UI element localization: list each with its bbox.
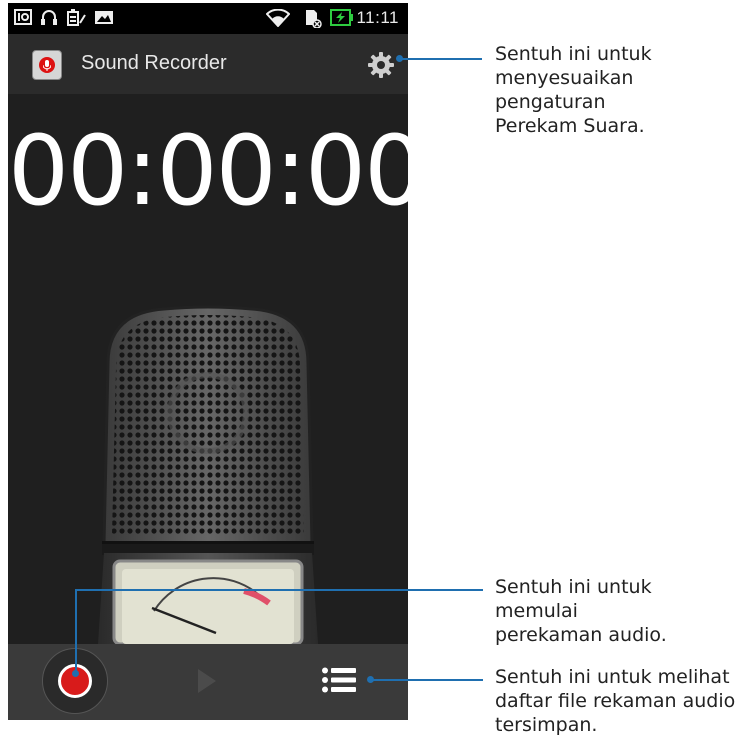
microphone-icon: [32, 50, 62, 80]
microphone-illustration: [98, 305, 318, 644]
recording-timer: 00:00:00: [8, 115, 408, 227]
headset-icon: [41, 10, 57, 25]
gear-icon[interactable]: [368, 52, 394, 78]
wifi-icon: [266, 9, 290, 27]
phone-screen: 11:11 Sound Recorder 00:00:00: [8, 3, 408, 720]
record-callout-text: Sentuh ini untuk memulai perekaman audio…: [495, 576, 667, 646]
status-time: 11:11: [356, 8, 399, 27]
list-callout-line: [370, 679, 483, 681]
sd-card-icon: [306, 10, 322, 28]
settings-callout-text: Sentuh ini untuk menyesuaikan pengaturan…: [495, 43, 652, 137]
record-callout-line-horizontal: [75, 589, 483, 591]
image-icon: [95, 11, 113, 24]
record-callout-dot: [72, 670, 79, 677]
play-icon[interactable]: [194, 666, 220, 696]
list-callout-text: Sentuh ini untuk melihat daftar file rek…: [495, 666, 736, 736]
list-callout-dot: [367, 676, 374, 683]
notification-icon: [14, 9, 32, 25]
record-callout-line-vertical: [75, 589, 77, 673]
app-bar: Sound Recorder: [8, 34, 408, 94]
status-bar: 11:11: [8, 3, 408, 34]
battery-saver-icon: [67, 9, 86, 26]
settings-callout-dot: [396, 55, 403, 62]
list-icon[interactable]: [322, 667, 356, 693]
control-bar: [8, 644, 408, 720]
app-title: Sound Recorder: [81, 52, 227, 74]
settings-callout-line: [398, 58, 482, 60]
charging-battery-icon: [330, 9, 353, 26]
